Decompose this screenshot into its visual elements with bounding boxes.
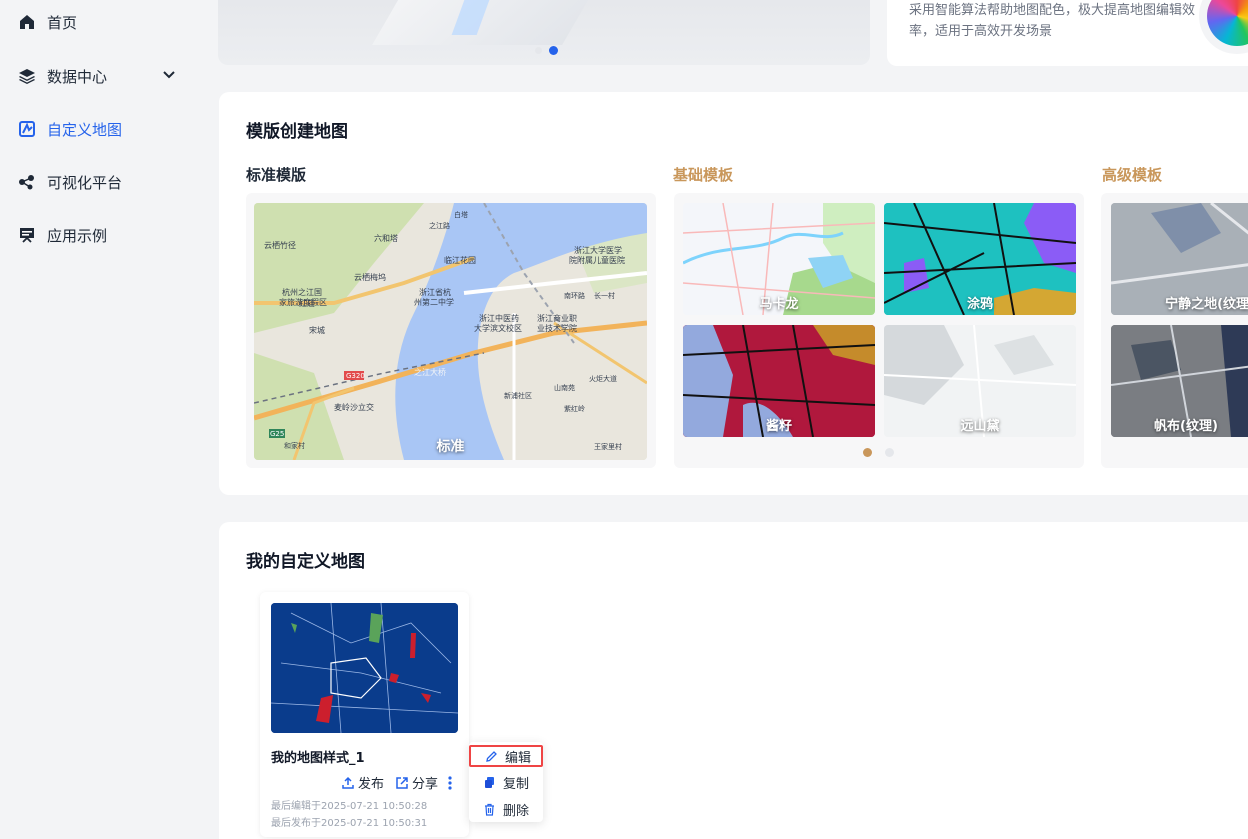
sidebar-item-custom-map[interactable]: 自定义地图 [0,107,200,151]
sidebar-item-label: 数据中心 [47,67,108,86]
template-label: 帆布(纹理) [1154,419,1218,434]
sidebar-item-label: 自定义地图 [47,120,123,139]
svg-text:六和塔: 六和塔 [374,233,398,243]
svg-text:业技术学院: 业技术学院 [537,323,577,333]
svg-text:麦岭沙立交: 麦岭沙立交 [334,402,374,412]
map-card-thumbnail[interactable] [271,603,458,733]
basic-template-title: 基础模板 [673,166,734,184]
svg-text:紫红岭: 紫红岭 [564,404,585,413]
upload-icon [342,776,354,789]
template-graffiti[interactable]: 涂鸦 [884,203,1076,315]
standard-map-label: 标准 [436,439,465,455]
carousel-dot-active[interactable] [549,46,558,55]
svg-text:山南苑: 山南苑 [554,383,575,392]
svg-text:浙江中医药: 浙江中医药 [479,313,519,323]
chevron-down-icon[interactable] [162,68,176,82]
svg-text:之江路: 之江路 [429,221,450,230]
card-options-menu: 编辑 复制 删除 [469,742,543,822]
svg-text:白塔: 白塔 [454,210,468,219]
template-canvas-texture[interactable]: 帆布(纹理) [1111,325,1248,437]
sidebar-item-data-center[interactable]: 数据中心 [0,54,200,98]
my-maps-title: 我的自定义地图 [246,552,365,572]
sidebar-item-visualization[interactable]: 可视化平台 [0,160,200,204]
template-mountain[interactable]: 远山黛 [884,325,1076,437]
svg-text:院附属儿童医院: 院附属儿童医院 [569,255,625,265]
share-label: 分享 [412,777,439,792]
svg-text:浙江省杭: 浙江省杭 [419,287,451,297]
svg-text:浙江大学医学: 浙江大学医学 [574,245,622,255]
menu-edit-label: 编辑 [505,750,532,766]
visualization-icon [18,173,36,191]
home-icon [18,13,36,31]
template-tranquil-texture[interactable]: 宁静之地(纹理) [1111,203,1248,315]
svg-text:州第二中学: 州第二中学 [414,297,454,307]
svg-text:宋城: 宋城 [309,325,325,335]
standard-template-title: 标准模版 [246,166,307,184]
svg-text:临江花园: 临江花园 [444,255,476,265]
publish-label: 发布 [358,777,385,792]
template-panel-title: 模版创建地图 [246,122,348,142]
basic-pagination-dot-active[interactable] [863,448,872,457]
more-options-icon[interactable] [446,775,454,791]
template-label: 宁静之地(纹理) [1165,297,1248,312]
standard-template-thumbnail[interactable]: 云栖竹径 六和塔 云栖梅坞 浙江大学医学 院附属儿童医院 临江花园 杭州之江国 … [254,203,647,460]
trash-icon [485,803,494,816]
menu-edit[interactable]: 编辑 [469,745,543,767]
advanced-template-title: 高级模板 [1102,166,1163,184]
menu-delete[interactable]: 删除 [469,797,543,821]
svg-text:云栖梅坞: 云栖梅坞 [354,272,386,282]
share-icon [396,776,408,789]
sidebar-item-home[interactable]: 首页 [0,0,200,44]
svg-text:云栖竹径: 云栖竹径 [264,240,296,250]
presentation-icon [18,226,36,244]
share-button[interactable]: 分享 [395,773,438,792]
layers-icon [18,67,36,85]
svg-text:大学滨文校区: 大学滨文校区 [474,323,522,333]
map-card-image [271,603,458,733]
pencil-icon [486,750,497,762]
feature-description: 采用智能算法帮助地图配色，极大提高地图编辑效率，适用于高效开发场景 [909,3,1196,39]
svg-text:之江大桥: 之江大桥 [414,367,446,377]
carousel-dot[interactable] [535,47,542,54]
svg-text:红庙: 红庙 [299,298,315,308]
custom-map-icon [18,120,36,138]
basic-pagination-dot[interactable] [885,448,894,457]
svg-text:新浦社区: 新浦社区 [504,391,532,400]
template-macaron[interactable]: 马卡龙 [683,203,875,315]
banner-carousel[interactable] [218,0,870,65]
sidebar-item-label: 应用示例 [47,226,108,245]
feature-card[interactable]: 采用智能算法帮助地图配色，极大提高地图编辑效率，适用于高效开发场景 [887,0,1248,66]
template-label: 酱籽 [765,419,792,434]
svg-text:G320: G320 [346,372,365,380]
svg-text:浙江商业职: 浙江商业职 [537,313,577,323]
svg-text:长一村: 长一村 [594,291,615,300]
sidebar-item-label: 首页 [47,13,78,32]
template-label: 马卡龙 [759,297,799,312]
publish-button[interactable]: 发布 [341,773,384,792]
map-card-name: 我的地图样式_1 [271,751,365,766]
menu-delete-label: 删除 [503,803,530,819]
copy-icon [485,776,494,788]
template-jam[interactable]: 酱籽 [683,325,875,437]
menu-copy[interactable]: 复制 [469,770,543,794]
sidebar: 首页 数据中心 自定义地图 可视化平台 应用示例 [0,0,200,839]
svg-text:南环路: 南环路 [564,291,585,300]
color-wheel-icon [1207,0,1248,46]
standard-map-image: 云栖竹径 六和塔 云栖梅坞 浙江大学医学 院附属儿童医院 临江花园 杭州之江国 … [254,203,647,460]
template-label: 远山黛 [960,419,1000,434]
svg-text:火炬大道: 火炬大道 [589,374,617,383]
last-edited-time: 最后编辑于2025-07-21 10:50:28 [271,801,428,812]
svg-text:杭州之江国: 杭州之江国 [282,287,322,297]
sidebar-item-label: 可视化平台 [47,173,123,192]
sidebar-item-examples[interactable]: 应用示例 [0,213,200,257]
menu-copy-label: 复制 [503,776,530,792]
template-label: 涂鸦 [966,297,993,312]
last-published-time: 最后发布于2025-07-21 10:50:31 [271,818,428,829]
